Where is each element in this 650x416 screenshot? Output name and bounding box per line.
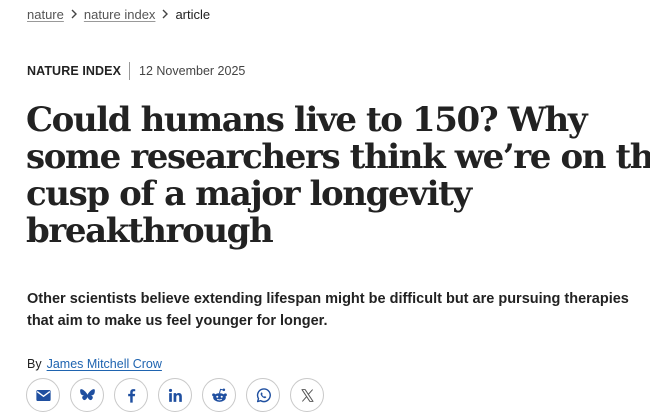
share-email-button[interactable] — [26, 378, 60, 412]
email-icon — [35, 389, 51, 401]
share-linkedin-button[interactable] — [158, 378, 192, 412]
article-standfirst: Other scientists believe extending lifes… — [27, 288, 629, 332]
article-meta: NATURE INDEX 12 November 2025 — [27, 62, 245, 80]
headline-line: cusp of a major longevity — [26, 174, 472, 214]
article-headline: Could humans live to 150? Why some resea… — [26, 100, 650, 251]
breadcrumb: nature nature index article — [27, 5, 210, 23]
share-bluesky-button[interactable] — [70, 378, 104, 412]
breadcrumb-current-article: article — [175, 6, 211, 22]
share-whatsapp-button[interactable] — [246, 378, 280, 412]
share-x-button[interactable] — [290, 378, 324, 412]
headline-line: some researchers think we’re on the — [26, 137, 650, 177]
facebook-icon — [127, 388, 135, 403]
breadcrumb-link-nature[interactable]: nature — [27, 7, 64, 22]
author-link[interactable]: James Mitchell Crow — [47, 357, 162, 371]
share-reddit-button[interactable] — [202, 378, 236, 412]
standfirst-line: that aim to make us feel younger for lon… — [27, 313, 328, 329]
standfirst-line: Other scientists believe extending lifes… — [27, 291, 629, 307]
meta-divider — [129, 62, 131, 80]
breadcrumb-link-nature-index[interactable]: nature index — [84, 7, 156, 22]
chevron-right-icon — [64, 9, 84, 19]
publication-date: 12 November 2025 — [139, 64, 246, 78]
headline-line: Could humans live to 150? Why — [26, 100, 588, 140]
linkedin-icon — [168, 388, 182, 402]
headline-line: breakthrough — [26, 211, 274, 251]
share-bar — [26, 378, 324, 412]
whatsapp-icon — [256, 387, 271, 402]
reddit-icon — [211, 388, 227, 402]
article-type-label: NATURE INDEX — [27, 64, 122, 78]
share-facebook-button[interactable] — [114, 378, 148, 412]
byline: By James Mitchell Crow — [27, 357, 162, 371]
chevron-right-icon — [155, 9, 175, 19]
bluesky-icon — [79, 388, 95, 400]
x-icon — [300, 388, 314, 402]
byline-prefix: By — [27, 357, 42, 371]
